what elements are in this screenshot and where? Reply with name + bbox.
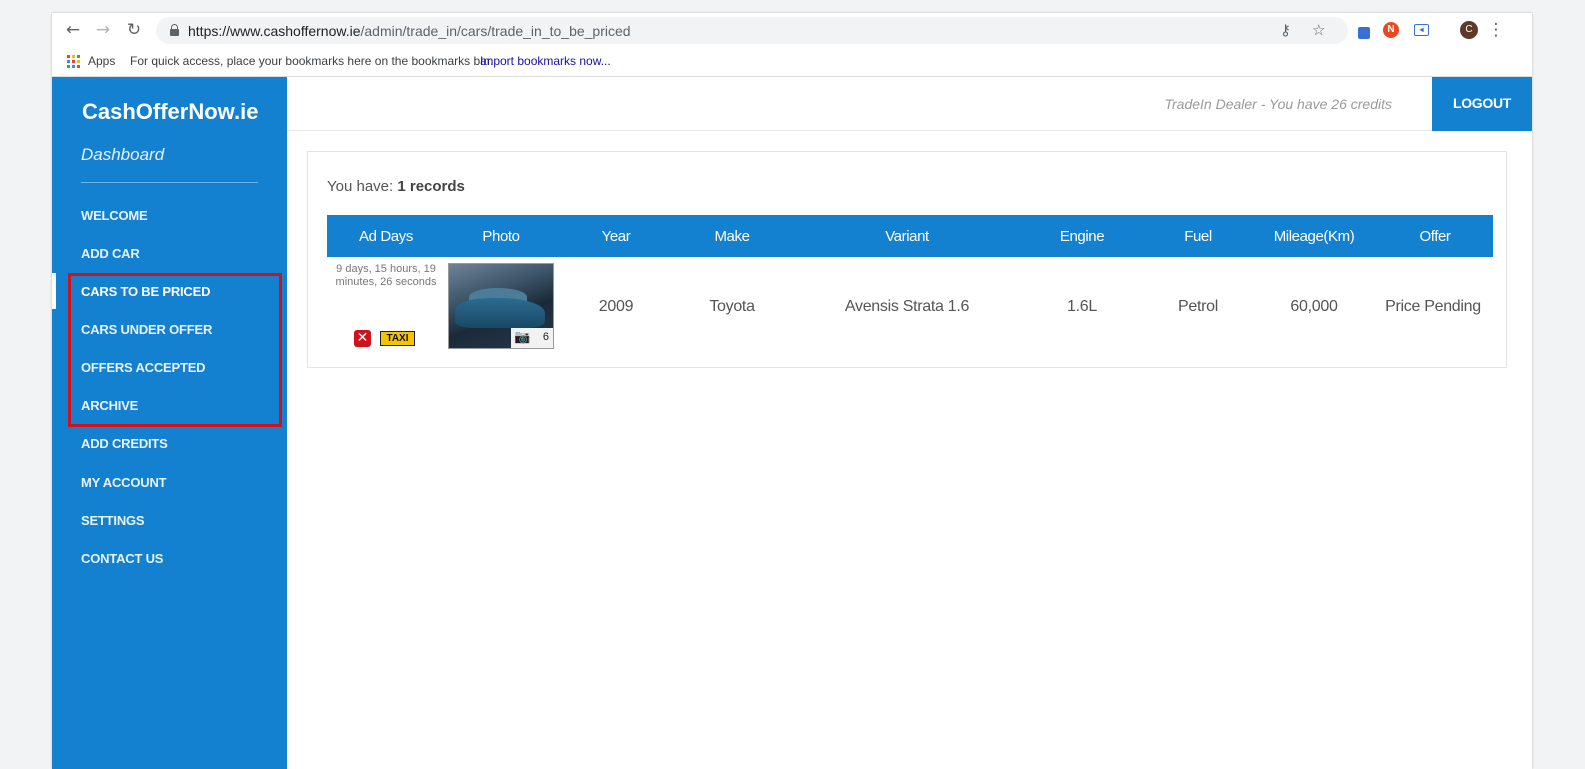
profile-avatar[interactable]: C xyxy=(1460,21,1478,39)
browser-window: ← → ↻ https://www.cashoffernow.ie/admin/… xyxy=(52,13,1532,769)
ad-days-value: 9 days, 15 hours, 19 minutes, 26 seconds xyxy=(335,263,437,288)
apps-grid-icon[interactable] xyxy=(67,55,80,68)
kebab-menu-icon[interactable]: ⋮ xyxy=(1485,19,1507,41)
camera-icon: 📷 xyxy=(514,330,531,345)
taxi-badge: TAXI xyxy=(380,331,415,346)
bookmarks-bar: Apps For quick access, place your bookma… xyxy=(52,47,1532,77)
year-cell: 2009 xyxy=(598,298,634,315)
browser-toolbar: ← → ↻ https://www.cashoffernow.ie/admin/… xyxy=(52,13,1532,47)
sidebar: CashOfferNow.ie Dashboard WELCOME ADD CA… xyxy=(52,77,287,769)
offer-cell: Price Pending xyxy=(1385,298,1481,315)
dealer-credits-text: TradeIn Dealer - You have 26 credits xyxy=(1164,96,1393,112)
key-icon[interactable]: ⚷ xyxy=(1280,21,1291,39)
sidebar-divider xyxy=(81,182,258,183)
dashboard-subtitle[interactable]: Dashboard xyxy=(81,145,164,165)
sidebar-item-offers-accepted[interactable]: OFFERS ACCEPTED xyxy=(81,360,206,375)
column-header-fuel[interactable]: Fuel xyxy=(1145,228,1251,245)
apps-bookmark[interactable]: Apps xyxy=(88,54,115,68)
delete-icon[interactable]: ✕ xyxy=(354,330,371,347)
logout-button[interactable]: LOGOUT xyxy=(1432,77,1532,131)
back-arrow-icon[interactable]: ← xyxy=(62,19,84,41)
brand-logo[interactable]: CashOfferNow.ie xyxy=(82,99,258,125)
sidebar-item-cars-under-offer[interactable]: CARS UNDER OFFER xyxy=(81,322,212,337)
make-cell: Toyota xyxy=(709,298,755,315)
forward-arrow-icon[interactable]: → xyxy=(92,19,114,41)
active-nav-marker xyxy=(52,273,56,309)
records-prefix: You have: xyxy=(327,178,398,195)
photo-count: 6 xyxy=(542,331,549,343)
column-header-mileage[interactable]: Mileage(Km) xyxy=(1256,228,1372,245)
sidebar-item-add-credits[interactable]: ADD CREDITS xyxy=(81,436,168,451)
lock-icon xyxy=(170,24,179,36)
app-header: TradeIn Dealer - You have 26 credits LOG… xyxy=(287,77,1532,131)
engine-cell: 1.6L xyxy=(1067,298,1097,315)
column-header-ad-days[interactable]: Ad Days xyxy=(327,228,445,245)
url-path: /admin/trade_in/cars/trade_in_to_be_pric… xyxy=(360,23,631,39)
records-panel: You have: 1 records Ad Days Photo Year M… xyxy=(307,151,1507,368)
column-header-engine[interactable]: Engine xyxy=(1029,228,1135,245)
records-count: 1 records xyxy=(397,178,465,195)
column-header-year[interactable]: Year xyxy=(563,228,669,245)
address-bar[interactable]: https://www.cashoffernow.ie/admin/trade_… xyxy=(156,17,1348,44)
variant-cell: Avensis Strata 1.6 xyxy=(844,298,970,315)
mileage-cell: 60,000 xyxy=(1290,298,1338,315)
sidebar-item-archive[interactable]: ARCHIVE xyxy=(81,398,138,413)
sidebar-item-settings[interactable]: SETTINGS xyxy=(81,513,145,528)
extension-n-icon[interactable]: N xyxy=(1383,22,1399,38)
table-header: Ad Days Photo Year Make Variant Engine F… xyxy=(327,215,1493,257)
star-icon[interactable]: ☆ xyxy=(1312,21,1325,39)
column-header-variant[interactable]: Variant xyxy=(795,228,1019,245)
extension-tag-icon[interactable]: ◂ xyxy=(1414,24,1429,36)
fuel-cell: Petrol xyxy=(1178,298,1218,315)
extension-pen-icon[interactable] xyxy=(1358,27,1370,39)
photo-count-badge: 📷 6 xyxy=(511,328,553,348)
column-header-photo[interactable]: Photo xyxy=(447,228,555,245)
sidebar-item-my-account[interactable]: MY ACCOUNT xyxy=(81,475,167,490)
sidebar-item-add-car[interactable]: ADD CAR xyxy=(81,246,140,261)
car-photo-thumbnail[interactable]: 📷 6 xyxy=(448,263,554,349)
sidebar-item-cars-to-be-priced[interactable]: CARS TO BE PRICED xyxy=(81,284,210,299)
column-header-make[interactable]: Make xyxy=(679,228,785,245)
url-host: https://www.cashoffernow.ie xyxy=(188,23,361,39)
column-header-offer[interactable]: Offer xyxy=(1377,228,1493,245)
reload-icon[interactable]: ↻ xyxy=(123,19,145,41)
sidebar-item-contact-us[interactable]: CONTACT US xyxy=(81,551,163,566)
records-summary: You have: 1 records xyxy=(327,178,465,195)
url-text[interactable]: https://www.cashoffernow.ie/admin/trade_… xyxy=(188,23,631,39)
sidebar-item-welcome[interactable]: WELCOME xyxy=(81,208,148,223)
table-row[interactable]: 9 days, 15 hours, 19 minutes, 26 seconds… xyxy=(327,257,1493,349)
import-bookmarks-link[interactable]: Import bookmarks now... xyxy=(480,54,611,68)
bookmarks-hint: For quick access, place your bookmarks h… xyxy=(130,54,494,68)
